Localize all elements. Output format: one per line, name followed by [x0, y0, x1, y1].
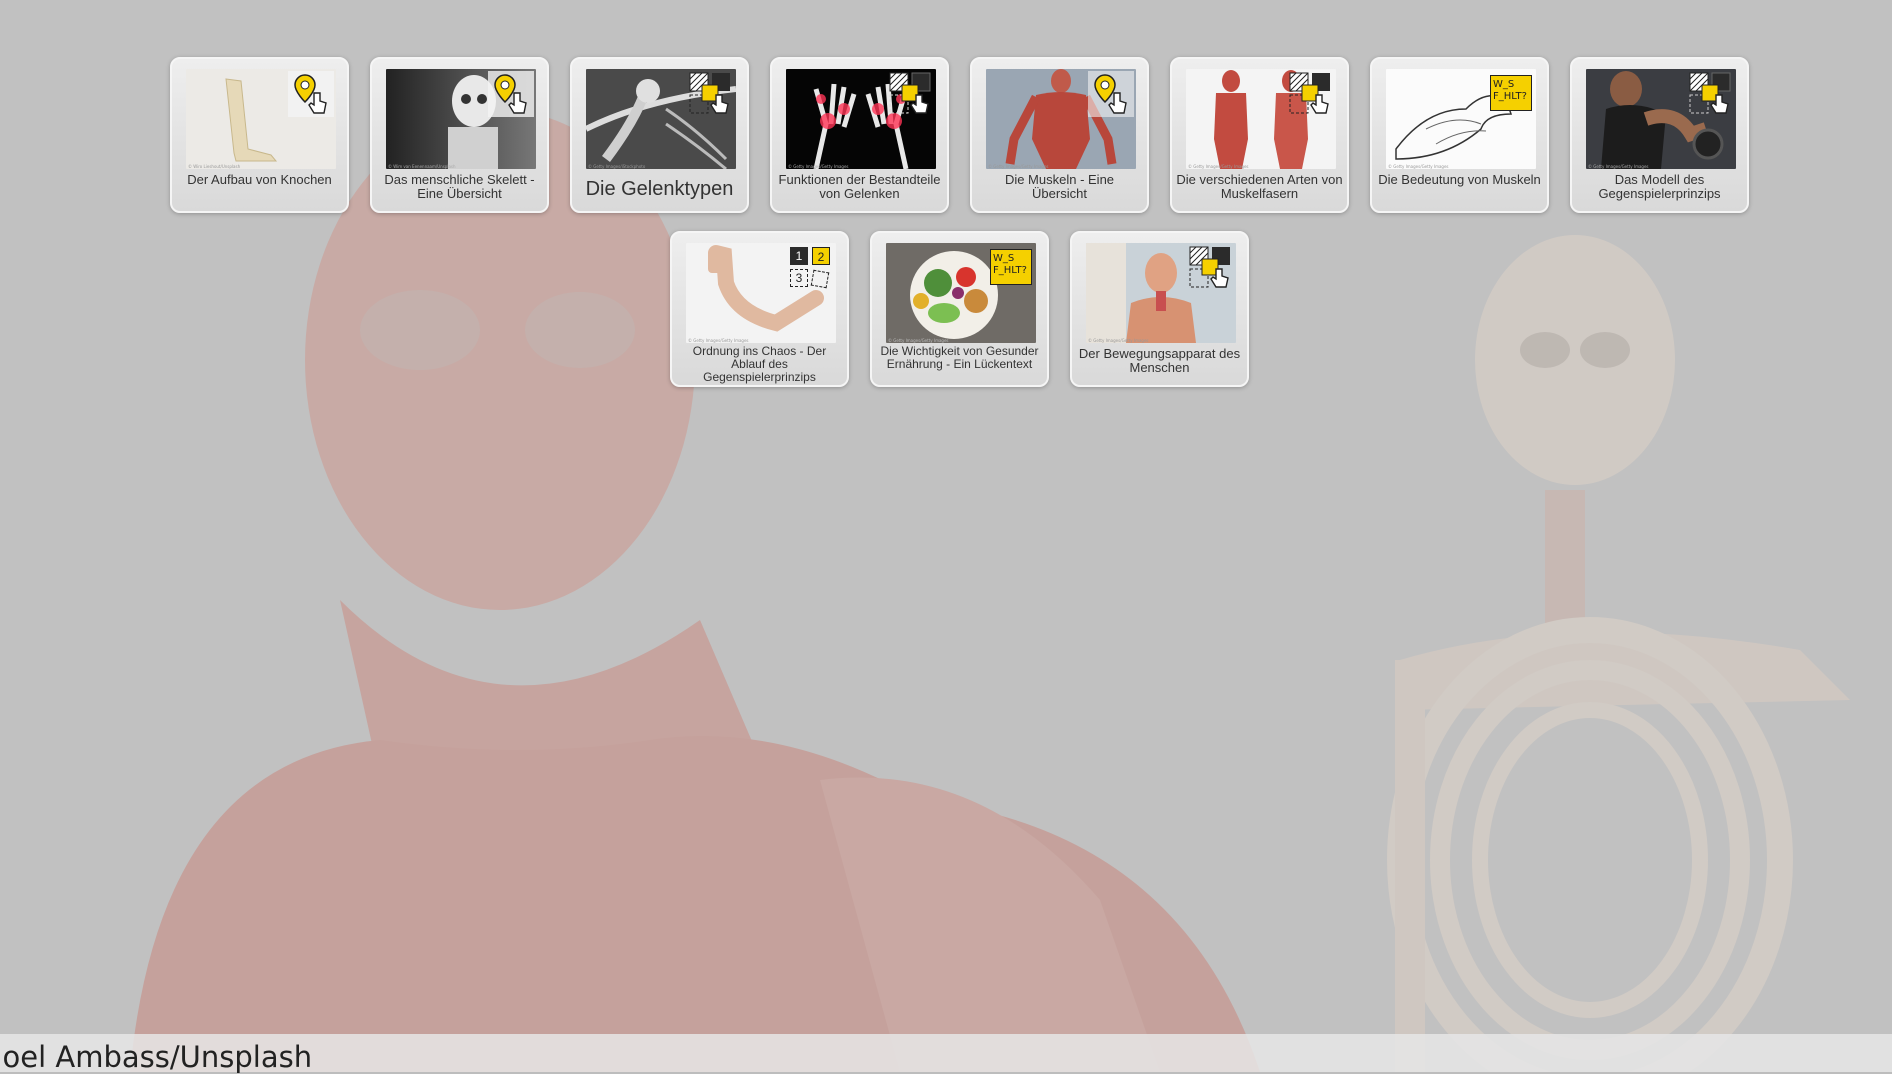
image-credit: © Getty Images/Getty Images	[988, 164, 1049, 169]
image-credit: © Wim van Eenennaam/Unsplash	[388, 164, 456, 169]
drag-drop-hand-icon	[1689, 72, 1731, 114]
drag-drop-hand-icon	[889, 72, 931, 114]
image-credit: © Getty Images/Getty Images	[1088, 338, 1149, 343]
tile-bewegungsapparat[interactable]: © Getty Images/Getty Images Der Bewegung…	[1070, 231, 1249, 387]
tile-label: Ordnung ins Chaos - Der Ablauf des Gegen…	[692, 344, 827, 384]
fill-gap-icon: W_S F_HLT?	[990, 249, 1032, 285]
order-number-2: 2	[812, 247, 830, 265]
tile-thumbnail: W_S F_HLT? © Getty Images/Getty Images	[886, 243, 1036, 343]
tile-aufbau-knochen[interactable]: © Wiro Lieshout/Unsplash Der Aufbau von …	[170, 57, 349, 213]
map-pin-hand-icon	[488, 71, 534, 117]
tile-thumbnail: © Wim van Eenennaam/Unsplash	[386, 69, 536, 169]
image-credit: © Getty Images/iStockphoto	[588, 164, 646, 169]
tile-label: Der Aufbau von Knochen	[187, 172, 332, 187]
empty-slot	[810, 269, 830, 289]
drag-drop-hand-icon	[689, 72, 730, 114]
tile-label: Die Wichtigkeit von Gesunder Ernährung -…	[880, 344, 1039, 371]
tile-label: Funktionen der Bestandteile von Gelenken	[778, 172, 941, 201]
image-credit: © Wiro Lieshout/Unsplash	[188, 164, 241, 169]
tile-thumbnail: © Getty Images/Getty Images	[1186, 69, 1336, 169]
tile-thumbnail: © Getty Images/Getty Images	[986, 69, 1136, 169]
tile-label: Die Bedeutung von Muskeln	[1378, 172, 1541, 187]
tile-label: Das menschliche Skelett - Eine Übersicht	[384, 172, 535, 201]
fill-gap-icon: W_S F_HLT?	[1490, 75, 1532, 111]
image-credit: © Getty Images/Getty Images	[788, 164, 849, 169]
tile-thumbnail: © Getty Images/iStockphoto	[586, 69, 736, 169]
tile-thumbnail: © Wiro Lieshout/Unsplash	[186, 69, 336, 169]
tile-muskeln-uebersicht[interactable]: © Getty Images/Getty Images Die Muskeln …	[970, 57, 1149, 213]
order-number-1: 1	[790, 247, 808, 265]
fill-gap-text: W_S F_HLT?	[1493, 79, 1527, 102]
tile-thumbnail: W_S F_HLT? © Getty Images/Getty Images	[1386, 69, 1536, 169]
map-pin-hand-icon	[288, 71, 334, 117]
drag-drop-hand-icon	[1189, 246, 1230, 288]
tile-label: Die verschiedenen Arten von Muskelfasern	[1176, 172, 1343, 201]
tile-bedeutung-muskeln[interactable]: W_S F_HLT? © Getty Images/Getty Images D…	[1370, 57, 1549, 213]
tile-label: Der Bewegungsapparat des Menschen	[1078, 346, 1241, 375]
drag-drop-hand-icon	[1289, 72, 1330, 114]
tile-label: Das Modell des Gegenspielerprinzips	[1598, 172, 1721, 201]
tile-thumbnail: © Getty Images/Getty Images	[786, 69, 936, 169]
tile-gelenktypen[interactable]: © Getty Images/iStockphoto Die Gelenktyp…	[570, 57, 749, 213]
map-pin-hand-icon	[1088, 71, 1134, 117]
tile-thumbnail: © Getty Images/Getty Images	[1086, 243, 1236, 343]
tile-modell-gegenspielerprinzip[interactable]: © Getty Images/Getty Images Das Modell d…	[1570, 57, 1749, 213]
image-credit-bar: Joel Ambass/Unsplash	[0, 1034, 1892, 1074]
tile-menschliche-skelett[interactable]: © Wim van Eenennaam/Unsplash Das menschl…	[370, 57, 549, 213]
tile-arten-muskelfasern[interactable]: © Getty Images/Getty Images Die verschie…	[1170, 57, 1349, 213]
tile-funktionen-gelenken[interactable]: © Getty Images/Getty Images Funktionen d…	[770, 57, 949, 213]
tile-thumbnail: © Getty Images/Getty Images	[1586, 69, 1736, 169]
fill-gap-text: W_S F_HLT?	[993, 253, 1027, 276]
image-credit: © Getty Images/Getty Images	[1188, 164, 1249, 169]
image-credit: © Getty Images/Getty Images	[688, 338, 749, 343]
image-credit: © Getty Images/Getty Images	[888, 338, 949, 343]
tile-ordnung-chaos[interactable]: 1 2 3 © Getty Images/Getty Images Ordnun…	[670, 231, 849, 387]
background-credit: Joel Ambass/Unsplash	[0, 1040, 313, 1074]
tile-label: Die Muskeln - Eine Übersicht	[1004, 172, 1115, 201]
image-credit: © Getty Images/Getty Images	[1388, 164, 1449, 169]
tile-thumbnail: 1 2 3 © Getty Images/Getty Images	[686, 243, 836, 343]
image-credit: © Getty Images/Getty Images	[1588, 164, 1649, 169]
tile-gesunde-ernaehrung[interactable]: W_S F_HLT? © Getty Images/Getty Images D…	[870, 231, 1049, 387]
order-number-3: 3	[790, 269, 808, 287]
tile-label: Die Gelenktypen	[585, 178, 734, 200]
ordering-icon: 1 2 3	[788, 245, 834, 291]
